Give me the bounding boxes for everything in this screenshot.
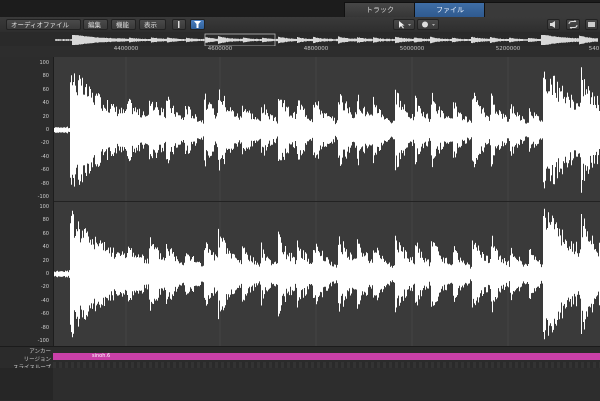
arrow-pointer-icon	[399, 21, 411, 29]
overview-waveform	[55, 33, 598, 47]
filter-button[interactable]	[190, 19, 205, 30]
y-tick-label: 100	[39, 204, 49, 210]
cycle-button[interactable]	[566, 19, 580, 30]
y-tick-label: 100	[39, 60, 49, 66]
menu-label: 機能	[116, 21, 129, 29]
region-block[interactable]	[53, 353, 600, 360]
y-tick-label: 0	[45, 271, 49, 277]
y-tick-label: -100	[37, 338, 49, 344]
y-tick-label: -60	[40, 311, 49, 318]
ruler-label: 540	[588, 46, 600, 52]
secondary-tool-button[interactable]	[417, 19, 439, 30]
ruler-label: 4400000	[113, 46, 139, 52]
tab-filler	[484, 2, 600, 17]
waveform-channel-left	[53, 67, 600, 193]
toolbar: オーディオファイル▼ 編集▼ 機能▼ 表示▼	[0, 17, 600, 40]
menu-edit[interactable]: 編集▼	[83, 19, 108, 40]
y-tick-label: 60	[42, 230, 49, 237]
scroll-icon	[588, 22, 595, 27]
y-tick-label: -60	[40, 167, 49, 174]
overview-strip[interactable]	[0, 32, 600, 47]
y-tick-label: -100	[37, 194, 49, 200]
speaker-icon	[550, 21, 555, 28]
menu-label: 表示	[144, 21, 157, 29]
empty-area-left	[0, 368, 53, 400]
overview-wave	[55, 35, 598, 45]
menu-label: オーディオファイル	[11, 21, 70, 29]
y-tick-label: 80	[42, 73, 49, 80]
y-tick-label: -80	[40, 180, 49, 187]
ruler-label: 4600000	[207, 46, 233, 52]
tool-icon	[422, 21, 435, 28]
y-tick-label: 20	[42, 113, 49, 120]
menu-label: 編集	[88, 21, 101, 29]
menu-functions[interactable]: 機能▼	[111, 19, 136, 40]
pointer-tool-button[interactable]	[393, 19, 415, 30]
y-tick-label: -40	[40, 153, 49, 160]
y-tick-label: -40	[40, 297, 49, 304]
y-tick-label: -20	[40, 140, 49, 147]
y-tick-label: 0	[45, 127, 49, 133]
empty-area	[0, 368, 600, 400]
y-tick-label: 60	[42, 86, 49, 93]
ruler-label: 4800000	[303, 46, 329, 52]
y-tick-label: -20	[40, 284, 49, 291]
menu-view[interactable]: 表示▼	[139, 19, 166, 40]
tab-bar: トラック ファイル	[0, 0, 600, 18]
ruler-label: 5000000	[399, 46, 425, 52]
y-tick-label: 40	[42, 244, 49, 251]
y-tick-label: 80	[42, 217, 49, 224]
more-button[interactable]	[585, 19, 598, 30]
channel-divider	[0, 201, 600, 202]
amplitude-axis: 100 80 60 40 20 0 -20 -40 -60 -80 -100 100 80 60 40 20…	[0, 57, 54, 346]
y-tick-label: 20	[42, 257, 49, 264]
split-view-button[interactable]	[172, 19, 186, 30]
tab-file[interactable]: ファイル	[414, 2, 486, 17]
divider-icon	[178, 21, 180, 28]
region-lane-label: リージョン	[23, 357, 51, 363]
filter-icon	[194, 21, 201, 28]
y-tick-label: 40	[42, 100, 49, 107]
y-tick-label: -80	[40, 324, 49, 331]
tab-tracks[interactable]: トラック	[344, 2, 416, 17]
menu-audio-file[interactable]: オーディオファイル▼	[6, 19, 81, 40]
prev-button[interactable]	[547, 19, 560, 30]
ruler-label: 5200000	[495, 46, 521, 52]
waveform-channel-right	[53, 208, 600, 340]
region-name: sinoh.6	[92, 353, 111, 359]
cycle-icon	[568, 20, 578, 29]
anchor-label: アンカー	[29, 349, 51, 355]
